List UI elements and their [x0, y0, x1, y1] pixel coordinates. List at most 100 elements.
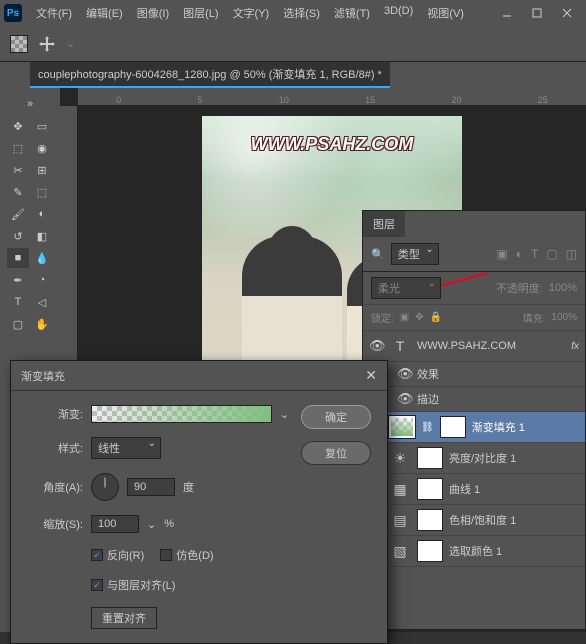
- style-select[interactable]: 线性: [91, 437, 161, 459]
- mask-thumbnail[interactable]: [417, 447, 443, 469]
- collapse-icon[interactable]: »: [19, 94, 41, 114]
- blur-tool[interactable]: 💧: [31, 248, 53, 268]
- type-tool[interactable]: T: [7, 292, 29, 312]
- frame-tool[interactable]: ⊞: [31, 160, 53, 180]
- ps-logo: Ps: [4, 4, 22, 22]
- angle-unit: 度: [183, 479, 194, 495]
- reverse-checkbox[interactable]: [91, 549, 103, 561]
- fill-value[interactable]: 100%: [551, 312, 577, 323]
- minimize-button[interactable]: [492, 1, 522, 25]
- layer-row[interactable]: 👁 ▦ 曲线 1: [363, 474, 585, 505]
- filter-smart-icon[interactable]: ◫: [566, 247, 577, 261]
- filter-shape-icon[interactable]: ▢: [546, 247, 557, 261]
- menu-file[interactable]: 文件(F): [30, 1, 78, 25]
- layer-effect-stroke[interactable]: 👁 描边: [363, 387, 585, 412]
- chevron-down-icon[interactable]: ⌄: [147, 518, 156, 531]
- visibility-icon[interactable]: 👁: [369, 338, 383, 354]
- path-tool[interactable]: ◁: [31, 292, 53, 312]
- gradient-fill-dialog: 渐变填充 ✕ 渐变: ⌄ 样式: 线性 角度(A): 90 度 缩放(S): 1…: [10, 360, 388, 644]
- pen-tool[interactable]: ✒: [7, 270, 29, 290]
- fx-badge[interactable]: fx: [571, 341, 579, 352]
- document-tab[interactable]: couplephotography-6004268_1280.jpg @ 50%…: [30, 62, 390, 88]
- fill-label: 填充:: [523, 310, 546, 325]
- foreground-swatch[interactable]: [10, 35, 28, 53]
- layer-effects-row[interactable]: 👁 效果: [363, 362, 585, 387]
- mask-thumbnail[interactable]: [440, 416, 466, 438]
- move-tool[interactable]: ✥: [7, 116, 29, 136]
- scale-input[interactable]: 100: [91, 515, 139, 533]
- ok-button[interactable]: 确定: [301, 405, 371, 429]
- angle-label: 角度(A):: [27, 479, 83, 495]
- scale-unit: %: [164, 518, 174, 530]
- dither-checkbox[interactable]: [160, 549, 172, 561]
- visibility-icon[interactable]: 👁: [397, 366, 411, 382]
- selective-color-icon: ▧: [389, 540, 411, 562]
- angle-input[interactable]: 90: [127, 478, 175, 496]
- lock-position-icon[interactable]: ✥: [415, 312, 423, 323]
- maximize-button[interactable]: [522, 1, 552, 25]
- mask-thumbnail[interactable]: [417, 540, 443, 562]
- layer-row[interactable]: 👁 ⛓ 渐变填充 1: [363, 412, 585, 443]
- type-layer-icon: T: [389, 335, 411, 357]
- curves-icon: ▦: [389, 478, 411, 500]
- reset-button[interactable]: 复位: [301, 441, 371, 465]
- close-icon[interactable]: ✕: [365, 367, 377, 384]
- menu-edit[interactable]: 编辑(E): [80, 1, 129, 25]
- search-icon: 🔍: [371, 248, 385, 261]
- filter-type-select[interactable]: 类型: [391, 243, 439, 265]
- history-brush-tool[interactable]: ↺: [7, 226, 29, 246]
- close-button[interactable]: [552, 1, 582, 25]
- lock-all-icon[interactable]: 🔒: [430, 312, 442, 323]
- eyedropper-tool[interactable]: ✎: [7, 182, 29, 202]
- menu-select[interactable]: 选择(S): [277, 1, 326, 25]
- layer-row[interactable]: 👁 ☀ 亮度/对比度 1: [363, 443, 585, 474]
- lasso-tool[interactable]: ◉: [31, 138, 53, 158]
- rectangle-tool[interactable]: ▢: [7, 314, 29, 334]
- gradient-tool[interactable]: ■: [7, 248, 29, 268]
- artboard-tool[interactable]: ▭: [31, 116, 53, 136]
- filter-type-icon[interactable]: T: [531, 247, 538, 261]
- lock-label: 锁定:: [371, 310, 394, 325]
- gradient-preview[interactable]: [91, 405, 272, 423]
- link-icon[interactable]: ⛓: [421, 422, 434, 433]
- mask-thumbnail[interactable]: [417, 478, 443, 500]
- brush-tool[interactable]: 🖌: [7, 204, 29, 224]
- align-checkbox[interactable]: [91, 579, 103, 591]
- marquee-tool[interactable]: ⬚: [7, 138, 29, 158]
- filter-image-icon[interactable]: ▣: [496, 247, 507, 261]
- lock-pixels-icon[interactable]: ▣: [400, 312, 409, 323]
- dodge-tool[interactable]: ◔: [31, 270, 53, 290]
- layers-tab[interactable]: 图层: [363, 211, 405, 237]
- angle-dial[interactable]: [91, 473, 119, 501]
- layer-thumbnail[interactable]: [389, 416, 415, 438]
- reset-align-button[interactable]: 重置对齐: [91, 607, 157, 629]
- move-icon: [38, 35, 56, 53]
- visibility-icon[interactable]: 👁: [397, 391, 411, 407]
- menu-3d[interactable]: 3D(D): [378, 1, 419, 25]
- menu-view[interactable]: 视图(V): [421, 1, 470, 25]
- layer-row[interactable]: 👁 ▧ 选取颜色 1: [363, 536, 585, 567]
- menu-type[interactable]: 文字(Y): [227, 1, 276, 25]
- dialog-title: 渐变填充: [21, 368, 65, 384]
- menu-layer[interactable]: 图层(L): [177, 1, 224, 25]
- style-label: 样式:: [27, 440, 83, 456]
- watermark-text: WWW.PSAHZ.COM: [202, 134, 462, 155]
- opacity-value[interactable]: 100%: [549, 282, 577, 294]
- opacity-label: 不透明度:: [496, 280, 543, 296]
- filter-adj-icon[interactable]: ◐: [516, 247, 523, 261]
- menu-image[interactable]: 图像(I): [131, 1, 175, 25]
- menu-filter[interactable]: 滤镜(T): [328, 1, 376, 25]
- scale-label: 缩放(S):: [27, 516, 83, 532]
- chevron-down-icon[interactable]: ⌄: [280, 408, 289, 421]
- dotted-tool[interactable]: ⬚: [31, 182, 53, 202]
- ruler-horizontal: 0510152025: [78, 88, 586, 106]
- layers-panel: 图层 🔍 类型 ▣ ◐ T ▢ ◫ 柔光 不透明度: 100% 锁定: ▣ ✥ …: [362, 210, 586, 630]
- eraser-tool[interactable]: ◧: [31, 226, 53, 246]
- layer-row[interactable]: 👁 ▤ 色相/饱和度 1: [363, 505, 585, 536]
- mask-thumbnail[interactable]: [417, 509, 443, 531]
- crop-tool[interactable]: ✂: [7, 160, 29, 180]
- clone-tool[interactable]: ◐: [31, 204, 53, 224]
- layer-row[interactable]: 👁 T WWW.PSAHZ.COM fx: [363, 331, 585, 362]
- blend-mode-select[interactable]: 柔光: [371, 277, 441, 299]
- hand-tool[interactable]: ✋: [31, 314, 53, 334]
